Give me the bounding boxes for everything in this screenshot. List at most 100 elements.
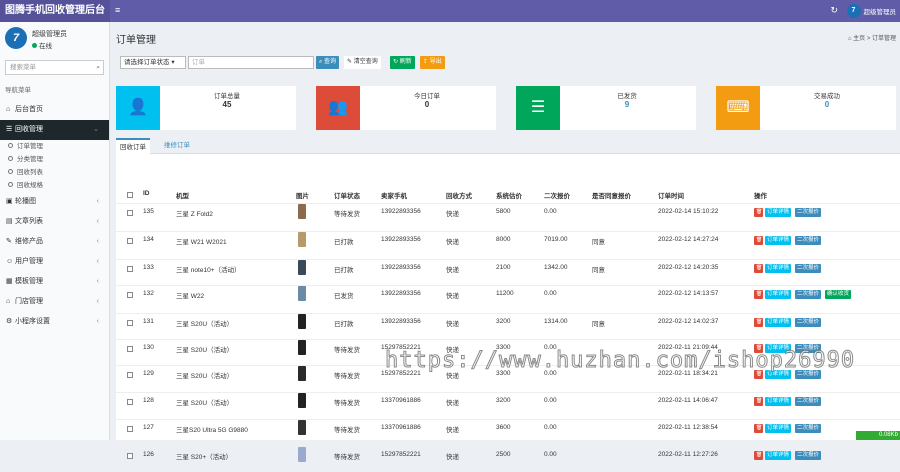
order-detail-button[interactable]: 订单详情 (765, 318, 792, 327)
phone-thumbnail (298, 314, 306, 329)
order-search-input[interactable]: 订单 (188, 56, 314, 69)
order-detail-button[interactable]: 订单详情 (765, 290, 792, 299)
cell-est: 8000 (496, 236, 511, 243)
doc-icon: ▤ (6, 218, 13, 225)
row-checkbox[interactable] (127, 453, 133, 459)
row-checkbox[interactable] (127, 372, 133, 378)
chevron-left-icon: ‹ (96, 318, 99, 325)
app-title[interactable]: 图腾手机回收管理后台 (0, 0, 110, 22)
sidebar-search-input[interactable]: 搜索菜单 ⌕ (5, 60, 104, 75)
cell-model: 三星 S20+（活动） (176, 454, 233, 461)
search-icon[interactable]: ⌕ (96, 61, 100, 74)
cell-est: 3200 (496, 397, 511, 404)
sidebar-subitem-3[interactable]: 回收规格 (0, 179, 109, 192)
confirm-receipt-button[interactable]: 确认收货 (825, 290, 852, 299)
delete-button[interactable]: 🗑 (754, 236, 763, 245)
row-checkbox[interactable] (127, 292, 133, 298)
cell-time: 2022-02-11 12:27:26 (658, 451, 718, 458)
sidebar-item-4[interactable]: ✎ 维修产品 ‹ (0, 232, 109, 252)
chevron-down-icon: ▾ (171, 59, 175, 66)
export-button[interactable]: ⇪ 导出 (420, 56, 445, 69)
cell-id: 130 (143, 344, 154, 351)
cell-quote: 1314.00 (544, 318, 568, 325)
row-checkbox[interactable] (127, 238, 133, 244)
cell-quote: 0.00 (544, 290, 557, 297)
cell-method: 快递 (446, 211, 459, 218)
delete-button[interactable]: 🗑 (754, 208, 763, 217)
order-detail-button[interactable]: 订单详情 (765, 264, 792, 273)
order-detail-button[interactable]: 订单详情 (765, 424, 792, 433)
stat-value: 45 (222, 100, 232, 109)
stat-card-3: ⌨ 交易成功 0 (716, 86, 896, 130)
order-detail-button[interactable]: 订单详情 (765, 236, 792, 245)
sidebar-item-3[interactable]: ▤ 文章列表 ‹ (0, 212, 109, 232)
status-select[interactable]: 请选择订单状态 ▾ (120, 56, 186, 69)
tab-recycle-orders[interactable]: 回收订单 (116, 138, 150, 154)
cell-status: 已打款 (334, 239, 354, 246)
sidebar-item-label: 模板管理 (15, 278, 43, 285)
second-quote-button[interactable]: 二次报价 (795, 290, 822, 299)
wrench-icon: ✎ (6, 238, 12, 245)
second-quote-button[interactable]: 二次报价 (795, 318, 822, 327)
stat-label: 交易成功 (814, 93, 840, 100)
sidebar-item-1[interactable]: ☰ 回收管理 ⌄ (0, 120, 109, 140)
sidebar-item-2[interactable]: ▣ 轮播图 ‹ (0, 192, 109, 212)
cell-method: 快递 (446, 454, 459, 461)
breadcrumb-home[interactable]: 主页 (853, 36, 865, 42)
sidebar-item-6[interactable]: ▦ 模板管理 ‹ (0, 272, 109, 292)
select-all-checkbox[interactable] (127, 192, 133, 198)
sidebar-item-label: 用户管理 (15, 258, 43, 265)
row-checkbox[interactable] (127, 346, 133, 352)
second-quote-button[interactable]: 二次报价 (795, 451, 822, 460)
sidebar-subitem-0[interactable]: 订单管理 (0, 140, 109, 153)
chevron-left-icon: ‹ (96, 238, 99, 245)
sidebar-item-7[interactable]: ⌂ 门店管理 ‹ (0, 292, 109, 312)
stat-card-1: 👥 今日订单 0 (316, 86, 496, 130)
second-quote-button[interactable]: 二次报价 (795, 424, 822, 433)
menu-toggle-icon[interactable]: ≡ (115, 5, 120, 15)
cell-model: 三星 W21 W2021 (176, 239, 227, 246)
column-header: ID (143, 190, 150, 197)
row-checkbox[interactable] (127, 426, 133, 432)
refresh-icon[interactable]: ↻ (830, 5, 838, 16)
row-checkbox[interactable] (127, 210, 133, 216)
delete-button[interactable]: 🗑 (754, 397, 763, 406)
row-checkbox[interactable] (127, 320, 133, 326)
order-detail-button[interactable]: 订单详情 (765, 208, 792, 217)
cell-model: 三星 Z Fold2 (176, 211, 213, 218)
cell-id: 127 (143, 424, 154, 431)
sidebar-item-0[interactable]: ⌂ 后台首页 (0, 100, 109, 120)
delete-button[interactable]: 🗑 (754, 451, 763, 460)
phone-thumbnail (298, 447, 306, 462)
search-button[interactable]: ⌕ 查询 (316, 56, 340, 69)
delete-button[interactable]: 🗑 (754, 290, 763, 299)
clear-search-button[interactable]: ✎ 清空查询 (344, 56, 381, 69)
top-user-menu[interactable]: 7 超级管理员 (846, 4, 896, 18)
sidebar-item-8[interactable]: ⚙ 小程序设置 ‹ (0, 312, 109, 332)
second-quote-button[interactable]: 二次报价 (795, 397, 822, 406)
delete-button[interactable]: 🗑 (754, 264, 763, 273)
delete-button[interactable]: 🗑 (754, 424, 763, 433)
second-quote-button[interactable]: 二次报价 (795, 236, 822, 245)
second-quote-button[interactable]: 二次报价 (795, 264, 822, 273)
cell-id: 129 (143, 370, 154, 377)
refresh-button[interactable]: ↻ 刷新 (390, 56, 415, 69)
second-quote-button[interactable]: 二次报价 (795, 208, 822, 217)
order-detail-button[interactable]: 订单详情 (765, 397, 792, 406)
row-checkbox[interactable] (127, 399, 133, 405)
circle-icon (8, 156, 13, 161)
cell-model: 三星 S20U（活动） (176, 373, 234, 380)
sidebar-subitem-1[interactable]: 分类管理 (0, 153, 109, 166)
delete-button[interactable]: 🗑 (754, 318, 763, 327)
sidebar-subitem-2[interactable]: 回收列表 (0, 166, 109, 179)
order-detail-button[interactable]: 订单详情 (765, 451, 792, 460)
cell-phone: 13922893356 (381, 264, 421, 271)
tab-repair-orders[interactable]: 维修订单 (160, 138, 194, 154)
cell-quote: 1342.00 (544, 264, 568, 271)
sidebar-item-5[interactable]: ☺ 用户管理 ‹ (0, 252, 109, 272)
cell-status: 等待发货 (334, 211, 360, 218)
row-checkbox[interactable] (127, 266, 133, 272)
stat-label: 今日订单 (414, 93, 440, 100)
cell-phone: 13922893356 (381, 208, 421, 215)
cell-phone: 13370961886 (381, 424, 421, 431)
